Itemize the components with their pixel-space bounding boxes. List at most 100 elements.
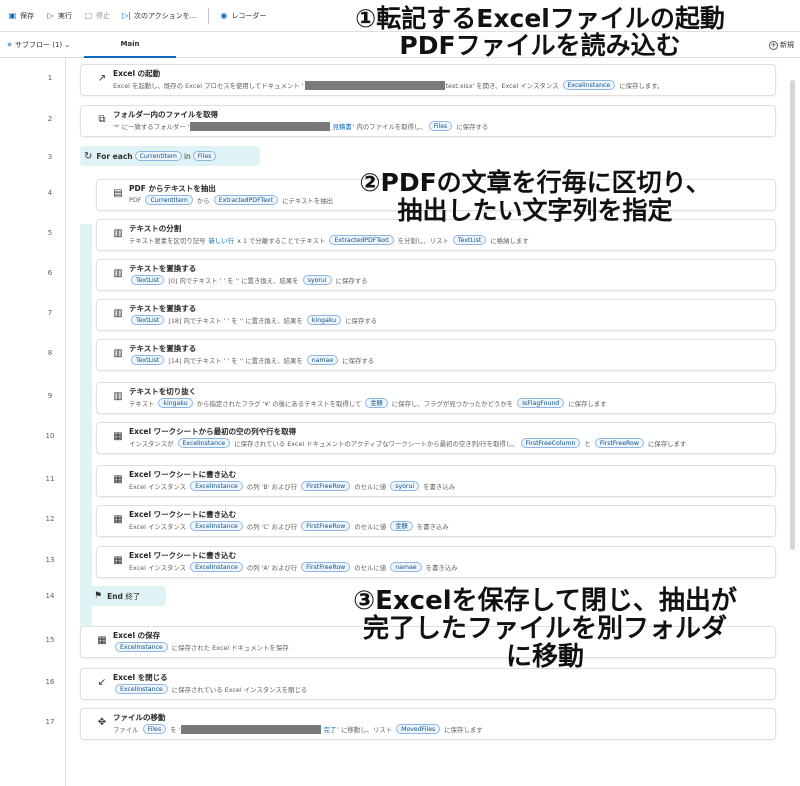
action-card[interactable]: ▦ Excel ワークシートに書き込む Excel インスタンス ExcelInst…	[96, 505, 776, 537]
next-action-label: 次のアクションを...	[134, 11, 197, 20]
tab-main[interactable]: Main	[84, 32, 176, 58]
action-card[interactable]: ▥ テキストを置換する TextList [18] 内でテキスト ' ' を '' …	[96, 299, 776, 331]
action-title: テキストを置換する	[129, 264, 197, 273]
variable-pill[interactable]: FirstFreeRow	[594, 438, 644, 448]
action-title: テキストを置換する	[129, 344, 197, 353]
description-text: x 1 で分離することでテキスト	[235, 236, 328, 245]
description-text: に保存する	[340, 356, 375, 365]
variable-pill[interactable]: ExcelInstance	[190, 521, 243, 531]
variable-pill[interactable]: namae	[306, 355, 339, 365]
variable-pill[interactable]: TextList	[131, 275, 165, 285]
description-text: のセルに値	[352, 482, 389, 491]
line-number: 8	[47, 349, 53, 357]
description-text: と	[582, 439, 593, 448]
line-number: 6	[47, 269, 53, 277]
subflows-label: サブフロー (1)	[15, 41, 63, 49]
action-card[interactable]: ⧉ フォルダー内のファイルを取得 '*' に一致するフォルダー ' 見積書 ' 内のファ…	[80, 105, 776, 137]
variable-pill[interactable]: kingaku	[158, 398, 193, 408]
variable-pill[interactable]: ExcelInstance	[190, 481, 243, 491]
variable-pill[interactable]: FirstFreeRow	[301, 481, 351, 491]
action-description: Excel インスタンス ExcelInstance の列 'A' および行 F…	[129, 562, 458, 572]
variable-pill[interactable]: IsFlagFound	[517, 398, 565, 408]
variable-pill[interactable]: TextList	[131, 315, 165, 325]
next-action-button[interactable]: ▷| 次のアクションを...	[122, 11, 196, 21]
variable-pill[interactable]: ExcelInstance	[177, 438, 231, 448]
action-card[interactable]: ▦ Excel ワークシートから最初の空の列や行を取得 インスタンスが ExcelI…	[96, 422, 776, 454]
description-text: Excel を起動し、既存の Excel プロセスを使用してドキュメント '	[113, 81, 304, 90]
description-text: に保存されている Excel インスタンスを閉じる	[169, 685, 308, 694]
foreach-in-label: in	[183, 151, 191, 161]
variable-pill[interactable]: 金額	[365, 398, 388, 408]
line-number: 1	[47, 74, 53, 82]
for-each-block[interactable]: ↻ For each CurrentItem in Files	[80, 146, 260, 166]
action-card[interactable]: ▦ Excel ワークシートに書き込む Excel インスタンス ExcelInst…	[96, 465, 776, 497]
variable-pill[interactable]: ExcelInstance	[115, 684, 168, 694]
variable-pill[interactable]: ExtractedPDFText	[329, 235, 394, 245]
save-button[interactable]: ▣ 保存	[8, 11, 34, 21]
variable-pill[interactable]: FirstFreeRow	[301, 521, 351, 531]
description-text: を書き込み	[414, 522, 449, 531]
description-text: に保存します	[566, 399, 607, 408]
stop-button[interactable]: □ 停止	[84, 11, 110, 21]
description-text: [18] 内でテキスト ' ' を '' に置き換え、結果を	[166, 316, 305, 325]
action-description: ExcelInstance に保存された Excel ドキュメントを保存	[113, 642, 289, 652]
foreach-list-variable[interactable]: Files	[192, 151, 217, 161]
step-icon: ▷|	[122, 11, 131, 20]
text-icon: ▥	[113, 308, 123, 319]
variable-pill[interactable]: ExcelInstance	[562, 80, 616, 90]
variable-pill[interactable]: CurrentItem	[145, 195, 193, 205]
line-number: 3	[47, 153, 53, 161]
description-text: から	[194, 196, 212, 205]
line-number: 13	[45, 556, 55, 564]
variable-pill[interactable]: ExcelInstance	[115, 642, 168, 652]
annotation-1-line-2: PDFファイルを読み込む	[399, 31, 681, 60]
variable-pill[interactable]: 金額	[390, 521, 413, 531]
action-card[interactable]: ↙ Excel を閉じる ExcelInstance に保存されている Excel …	[80, 668, 776, 700]
description-text: のセルに値	[352, 522, 389, 531]
variable-pill[interactable]: syorui	[390, 481, 420, 491]
redacted-path	[304, 80, 445, 90]
action-card[interactable]: ▥ テキストを置換する TextList [14] 内でテキスト ' ' を '' …	[96, 339, 776, 371]
recorder-button[interactable]: ◉ レコーダー	[219, 11, 266, 21]
variable-pill[interactable]: MovedFiles	[396, 724, 441, 734]
excel-icon: ▦	[113, 555, 123, 566]
description-text: [14] 内でテキスト ' ' を '' に置き換え、結果を	[166, 356, 305, 365]
highlighted-value: 見積書	[332, 122, 352, 131]
line-number: 14	[45, 592, 55, 600]
annotation-3-line-3: に移動	[505, 642, 584, 672]
variable-pill[interactable]: FirstFreeColumn	[520, 438, 581, 448]
subflow-icon: ⋄	[7, 40, 13, 49]
action-card[interactable]: ▦ Excel ワークシートに書き込む Excel インスタンス ExcelInst…	[96, 546, 776, 578]
redacted-path	[181, 724, 322, 734]
action-card[interactable]: ↗ Excel の起動 Excel を起動し、既存の Excel プロセスを使用して…	[80, 64, 776, 96]
line-number: 10	[45, 432, 55, 440]
action-card[interactable]: ✥ ファイルの移動 ファイル Files を ' 完了 ' に移動し、リスト Moved…	[80, 708, 776, 740]
variable-pill[interactable]: ExcelInstance	[190, 562, 243, 572]
subflows-dropdown[interactable]: ⋄ サブフロー (1) ⌄	[7, 40, 70, 50]
variable-pill[interactable]: Files	[428, 121, 453, 131]
foreach-item-variable[interactable]: CurrentItem	[134, 151, 182, 161]
action-description: インスタンスが ExcelInstance に保存されている Excel ドキュ…	[129, 438, 686, 448]
action-card[interactable]: ▥ テキストを置換する TextList [0] 内でテキスト ' ' を '' に…	[96, 259, 776, 291]
variable-pill[interactable]: namae	[390, 562, 422, 572]
action-card[interactable]: ▥ テキストを切り抜く テキスト kingaku から指定されたフラグ '¥' の後…	[96, 382, 776, 414]
variable-pill[interactable]: TextList	[452, 235, 487, 245]
variable-pill[interactable]: kingaku	[306, 315, 342, 325]
action-title: PDF からテキストを抽出	[129, 184, 216, 193]
end-block[interactable]: ⚑ End 終了	[80, 586, 166, 606]
run-button[interactable]: ▷ 実行	[46, 11, 72, 21]
variable-pill[interactable]: TextList	[131, 355, 165, 365]
description-text: のセルに値	[352, 563, 389, 572]
line-number: 5	[47, 229, 53, 237]
variable-pill[interactable]: FirstFreeRow	[301, 562, 351, 572]
vertical-scrollbar[interactable]	[790, 80, 795, 550]
line-number: 7	[47, 309, 53, 317]
variable-pill[interactable]: Files	[142, 724, 167, 734]
description-text: Excel インスタンス	[129, 563, 189, 572]
save-label: 保存	[20, 11, 34, 20]
save-icon: ▣	[8, 11, 17, 20]
stop-label: 停止	[96, 11, 110, 20]
description-text: に保存します	[442, 725, 483, 734]
variable-pill[interactable]: syorui	[302, 275, 332, 285]
variable-pill[interactable]: ExtractedPDFText	[213, 195, 279, 205]
